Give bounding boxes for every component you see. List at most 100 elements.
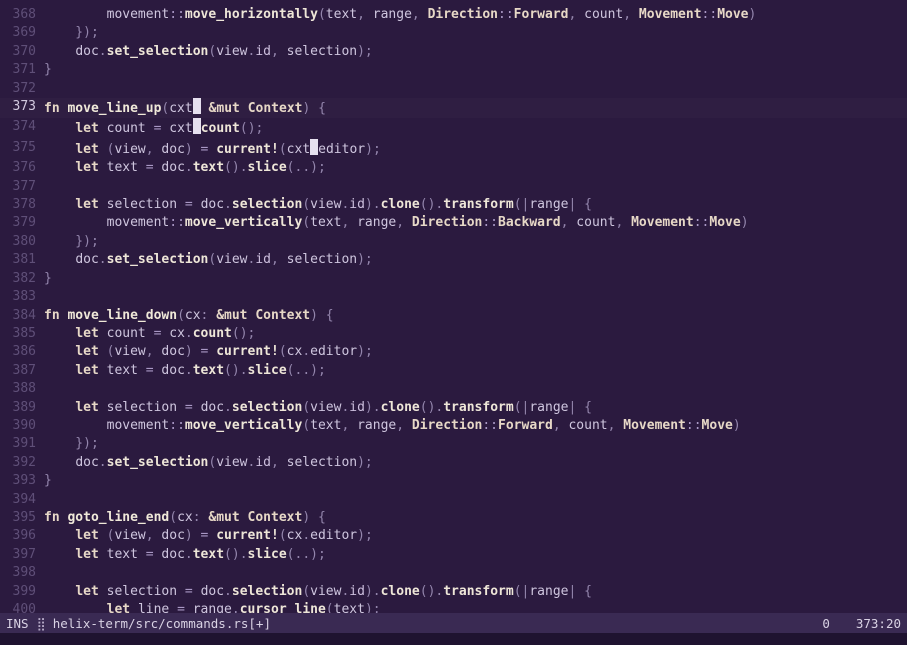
code-content[interactable]: let text = doc.text().slice(..); [44, 362, 907, 380]
code-line[interactable]: 383 [0, 288, 907, 306]
code-content[interactable]: let selection = doc.selection(view.id).c… [44, 196, 907, 214]
code-content[interactable]: let selection = doc.selection(view.id).c… [44, 583, 907, 601]
code-line[interactable]: 398 [0, 564, 907, 582]
code-line[interactable]: 375 let (view, doc) = current!(cxteditor… [0, 139, 907, 159]
code-line[interactable]: 384fn move_line_down(cx: &mut Context) { [0, 307, 907, 325]
code-content[interactable]: fn move_line_up(cxt &mut Context) { [44, 98, 907, 118]
code-content[interactable]: }); [44, 233, 907, 251]
code-content[interactable]: fn goto_line_end(cx: &mut Context) { [44, 509, 907, 527]
token-punc [44, 547, 75, 562]
token-ident: selection [107, 400, 177, 415]
token-ident: editor [310, 528, 357, 543]
token-op: = [169, 602, 192, 613]
code-content[interactable]: doc.set_selection(view.id, selection); [44, 43, 907, 61]
token-ident: text [326, 7, 357, 22]
code-line[interactable]: 374 let count = cxtcount(); [0, 118, 907, 138]
code-line[interactable]: 376 let text = doc.text().slice(..); [0, 159, 907, 177]
token-punc: , [271, 252, 287, 267]
code-content[interactable]: } [44, 472, 907, 490]
token-punc: ); [357, 252, 373, 267]
code-content[interactable]: movement::move_horizontally(text, range,… [44, 6, 907, 24]
code-content[interactable]: let (view, doc) = current!(cx.editor); [44, 343, 907, 361]
code-line[interactable]: 380 }); [0, 233, 907, 251]
code-content[interactable]: let (view, doc) = current!(cx.editor); [44, 527, 907, 545]
line-number: 384 [0, 307, 44, 325]
code-content[interactable]: doc.set_selection(view.id, selection); [44, 454, 907, 472]
token-kw: let [75, 584, 106, 599]
code-content[interactable]: } [44, 61, 907, 79]
token-punc [44, 528, 75, 543]
code-content[interactable]: movement::move_vertically(text, range, D… [44, 417, 907, 435]
token-ident: selection [287, 252, 357, 267]
token-path: :: [482, 418, 498, 433]
code-content[interactable]: let line = range.cursor_line(text); [44, 601, 907, 613]
code-line[interactable]: 371} [0, 61, 907, 79]
token-punc: (| [514, 400, 530, 415]
code-content[interactable]: }); [44, 435, 907, 453]
code-line[interactable]: 373fn move_line_up(cxt &mut Context) { [0, 98, 907, 118]
code-content[interactable]: let text = doc.text().slice(..); [44, 546, 907, 564]
token-punc: , [146, 344, 162, 359]
code-content[interactable] [44, 491, 907, 509]
code-content[interactable]: let (view, doc) = current!(cxteditor); [44, 139, 907, 159]
token-ident: cxt [169, 101, 192, 116]
token-call: selection [232, 584, 302, 599]
token-punc [44, 215, 107, 230]
code-line[interactable]: 395fn goto_line_end(cx: &mut Context) { [0, 509, 907, 527]
code-content[interactable]: doc.set_selection(view.id, selection); [44, 251, 907, 269]
code-content[interactable]: let selection = doc.selection(view.id).c… [44, 399, 907, 417]
code-line[interactable]: 381 doc.set_selection(view.id, selection… [0, 251, 907, 269]
code-line[interactable]: 386 let (view, doc) = current!(cx.editor… [0, 343, 907, 361]
code-editor[interactable]: 368 movement::move_horizontally(text, ra… [0, 0, 907, 613]
token-punc: . [302, 528, 310, 543]
code-content[interactable]: }); [44, 24, 907, 42]
code-line[interactable]: 387 let text = doc.text().slice(..); [0, 362, 907, 380]
token-ident: view [114, 528, 145, 543]
code-content[interactable]: let count = cx.count(); [44, 325, 907, 343]
token-punc: , [341, 418, 357, 433]
code-line[interactable]: 368 movement::move_horizontally(text, ra… [0, 6, 907, 24]
token-punc: ) [733, 418, 741, 433]
code-line[interactable]: 370 doc.set_selection(view.id, selection… [0, 43, 907, 61]
token-punc: , [561, 215, 577, 230]
code-line[interactable]: 396 let (view, doc) = current!(cx.editor… [0, 527, 907, 545]
code-content[interactable]: movement::move_vertically(text, range, D… [44, 214, 907, 232]
code-content[interactable] [44, 288, 907, 306]
code-line[interactable]: 378 let selection = doc.selection(view.i… [0, 196, 907, 214]
code-line[interactable]: 400 let line = range.cursor_line(text); [0, 601, 907, 613]
code-line[interactable]: 385 let count = cx.count(); [0, 325, 907, 343]
code-content[interactable] [44, 380, 907, 398]
code-line[interactable]: 397 let text = doc.text().slice(..); [0, 546, 907, 564]
code-line[interactable]: 382} [0, 270, 907, 288]
token-path: :: [702, 7, 718, 22]
token-punc: (..); [287, 547, 326, 562]
code-content[interactable] [44, 178, 907, 196]
code-line[interactable]: 377 [0, 178, 907, 196]
code-line[interactable]: 390 movement::move_vertically(text, rang… [0, 417, 907, 435]
code-content[interactable] [44, 80, 907, 98]
code-line[interactable]: 391 }); [0, 435, 907, 453]
code-content[interactable]: fn move_line_down(cx: &mut Context) { [44, 307, 907, 325]
code-content[interactable]: let text = doc.text().slice(..); [44, 159, 907, 177]
token-ident: movement [107, 215, 170, 230]
token-ty: Direction [428, 7, 498, 22]
code-line[interactable]: 389 let selection = doc.selection(view.i… [0, 399, 907, 417]
code-content[interactable] [44, 564, 907, 582]
token-punc: ) [749, 7, 757, 22]
code-content[interactable]: let count = cxtcount(); [44, 118, 907, 138]
code-line[interactable]: 392 doc.set_selection(view.id, selection… [0, 454, 907, 472]
code-line[interactable]: 369 }); [0, 24, 907, 42]
token-punc: ); [365, 602, 381, 613]
code-line[interactable]: 388 [0, 380, 907, 398]
token-kw: let [75, 528, 106, 543]
code-line[interactable]: 379 movement::move_vertically(text, rang… [0, 214, 907, 232]
code-line[interactable]: 394 [0, 491, 907, 509]
token-punc: ( [169, 510, 177, 525]
code-content[interactable]: } [44, 270, 907, 288]
token-punc: : [193, 510, 209, 525]
code-line[interactable]: 399 let selection = doc.selection(view.i… [0, 583, 907, 601]
code-line[interactable]: 372 [0, 80, 907, 98]
token-ident: selection [107, 197, 177, 212]
token-punc: ) { [310, 308, 333, 323]
code-line[interactable]: 393} [0, 472, 907, 490]
